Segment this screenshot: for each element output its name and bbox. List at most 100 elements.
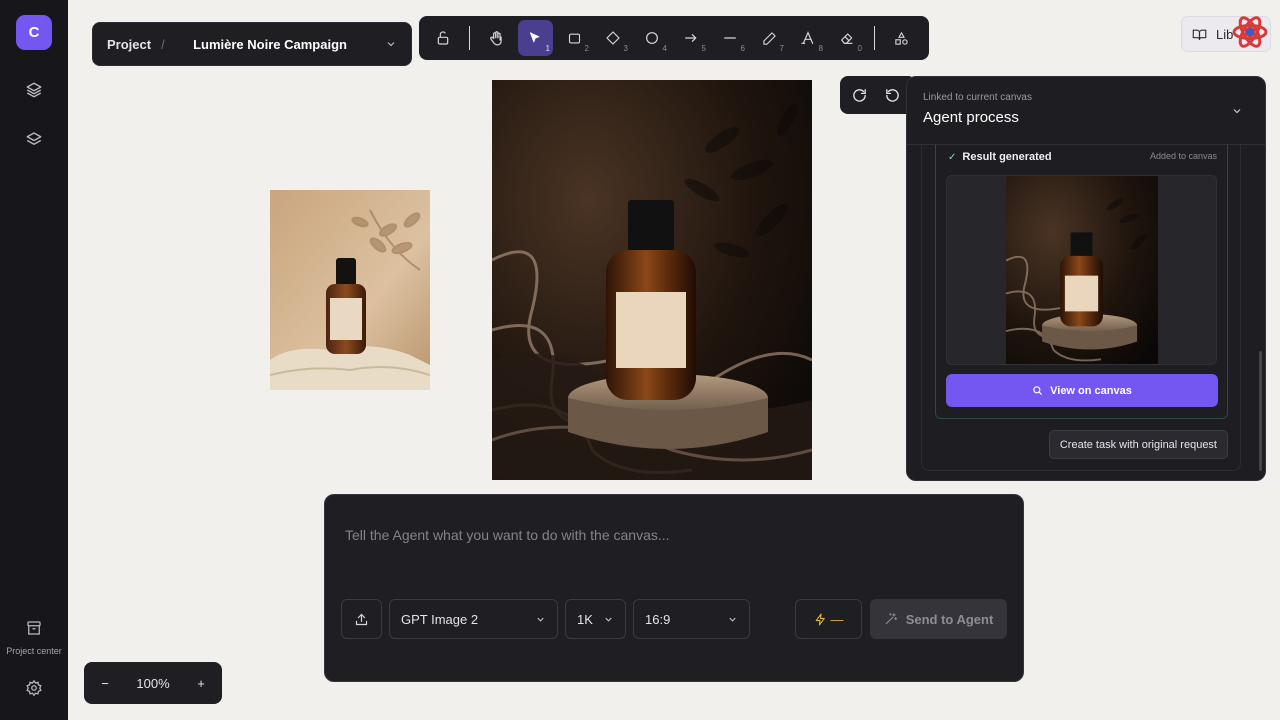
send-label: Send to Agent bbox=[905, 611, 994, 627]
minus-icon: − bbox=[101, 675, 109, 691]
tool-line[interactable]: 6 bbox=[713, 20, 748, 56]
undo-icon[interactable] bbox=[882, 85, 902, 105]
project-selector[interactable]: Project / Lumière Noire Campaign bbox=[92, 22, 412, 66]
history-controls bbox=[840, 76, 916, 114]
model-value: GPT Image 2 bbox=[401, 611, 479, 627]
panel-body: ✓ Result generated Added to canvas View … bbox=[921, 145, 1241, 471]
result-thumbnail-frame bbox=[946, 175, 1217, 365]
create-task-button[interactable]: Create task with original request bbox=[1048, 430, 1228, 459]
chevron-down-icon bbox=[537, 617, 544, 622]
chevron-down-icon[interactable] bbox=[1231, 105, 1243, 117]
shortcut-key: 0 bbox=[857, 44, 862, 53]
tool-rectangle[interactable]: 2 bbox=[557, 20, 592, 56]
tool-arrow[interactable]: 5 bbox=[674, 20, 709, 56]
logo-letter: C bbox=[28, 24, 40, 41]
app-logo[interactable]: C bbox=[16, 15, 52, 50]
settings-gear-icon[interactable] bbox=[22, 676, 46, 700]
view-on-canvas-button[interactable]: View on canvas bbox=[946, 374, 1218, 407]
credits-indicator[interactable]: — bbox=[795, 599, 862, 639]
project-label: Project bbox=[107, 36, 152, 52]
result-card: ✓ Result generated Added to canvas View … bbox=[935, 145, 1228, 419]
tool-pencil[interactable]: 7 bbox=[752, 20, 787, 56]
toolbar-divider bbox=[873, 26, 875, 50]
tool-text[interactable]: 8 bbox=[791, 20, 826, 56]
project-center-button[interactable]: Project center bbox=[0, 619, 68, 656]
tool-hand[interactable] bbox=[479, 20, 514, 56]
resolution-select[interactable]: 1K bbox=[565, 599, 626, 639]
tool-ellipse[interactable]: 4 bbox=[635, 20, 670, 56]
model-select[interactable]: GPT Image 2 bbox=[389, 599, 558, 639]
line-icon bbox=[724, 37, 737, 39]
agent-prompt-box: Tell the Agent what you want to do with … bbox=[324, 494, 1024, 682]
agent-process-panel: Linked to current canvas Agent process ✓… bbox=[906, 76, 1266, 481]
search-icon bbox=[1033, 386, 1043, 396]
panel-title: Agent process bbox=[923, 109, 1019, 126]
lock-icon bbox=[437, 31, 448, 45]
drawing-toolbar: 1 2 3 4 5 6 7 8 0 bbox=[419, 16, 929, 60]
credits-value: — bbox=[830, 611, 844, 627]
chevron-down-icon bbox=[605, 617, 612, 622]
panel-header: Linked to current canvas Agent process bbox=[907, 77, 1265, 145]
breadcrumb-separator: / bbox=[161, 36, 165, 52]
zoom-controls: − 100% + bbox=[84, 662, 222, 704]
rectangle-icon bbox=[568, 33, 581, 43]
create-task-label: Create task with original request bbox=[1059, 438, 1217, 451]
shortcut-key: 7 bbox=[779, 44, 784, 53]
shortcut-key: 1 bbox=[545, 44, 550, 53]
tool-shapes[interactable] bbox=[884, 20, 919, 56]
tool-select[interactable]: 1 bbox=[517, 20, 553, 56]
aspect-value: 16:9 bbox=[645, 611, 671, 627]
aspect-ratio-select[interactable]: 16:9 bbox=[633, 599, 750, 639]
shortcut-key: 4 bbox=[662, 44, 667, 53]
redo-icon[interactable] bbox=[849, 85, 869, 105]
tool-lock[interactable] bbox=[425, 20, 460, 56]
zoom-in-button[interactable]: + bbox=[192, 674, 210, 692]
result-thumbnail[interactable] bbox=[1006, 176, 1158, 364]
shapes-icon bbox=[895, 31, 908, 45]
arrow-icon bbox=[685, 34, 697, 42]
hand-icon bbox=[490, 30, 502, 45]
shortcut-key: 5 bbox=[701, 44, 706, 53]
upload-icon bbox=[355, 613, 368, 625]
canvas-image-large[interactable] bbox=[492, 80, 812, 480]
left-rail: C Project center bbox=[0, 0, 68, 720]
result-title: Result generated bbox=[962, 151, 1052, 163]
eraser-icon bbox=[841, 33, 853, 44]
result-status: Added to canvas bbox=[1149, 151, 1217, 161]
view-on-canvas-label: View on canvas bbox=[1050, 384, 1132, 397]
send-to-agent-button[interactable]: Send to Agent bbox=[870, 599, 1007, 639]
resolution-value: 1K bbox=[577, 611, 593, 627]
pencil-icon bbox=[763, 31, 776, 45]
project-name: Lumière Noire Campaign bbox=[193, 36, 347, 52]
prompt-input[interactable]: Tell the Agent what you want to do with … bbox=[345, 527, 670, 543]
ellipse-icon bbox=[646, 32, 659, 44]
plus-icon: + bbox=[197, 675, 205, 691]
react-devtools-icon[interactable] bbox=[1231, 12, 1269, 52]
project-center-label: Project center bbox=[6, 646, 62, 656]
shortcut-key: 3 bbox=[623, 44, 628, 53]
result-heading: ✓ Result generated bbox=[948, 151, 1052, 163]
panel-scrollbar[interactable] bbox=[1259, 351, 1262, 471]
chevron-down-icon bbox=[387, 42, 395, 47]
diamond-icon bbox=[606, 31, 621, 45]
tool-eraser[interactable]: 0 bbox=[830, 20, 865, 56]
shortcut-key: 8 bbox=[818, 44, 823, 53]
book-icon bbox=[1192, 29, 1207, 40]
tool-diamond[interactable]: 3 bbox=[596, 20, 631, 56]
panel-subtitle: Linked to current canvas bbox=[923, 92, 1032, 103]
cursor-icon bbox=[530, 32, 540, 43]
zoom-out-button[interactable]: − bbox=[96, 674, 114, 692]
magic-wand-icon bbox=[885, 613, 897, 625]
layers-icon[interactable] bbox=[22, 78, 46, 102]
shortcut-key: 2 bbox=[584, 44, 589, 53]
upload-button[interactable] bbox=[341, 599, 382, 639]
chevron-down-icon bbox=[729, 617, 736, 622]
stack-icon[interactable] bbox=[22, 127, 46, 151]
lightning-icon bbox=[815, 613, 825, 625]
canvas-image-small[interactable] bbox=[270, 190, 430, 390]
zoom-level: 100% bbox=[136, 675, 170, 691]
text-icon bbox=[801, 31, 814, 44]
check-icon: ✓ bbox=[948, 151, 957, 163]
toolbar-divider bbox=[469, 26, 470, 50]
shortcut-key: 6 bbox=[740, 44, 745, 53]
